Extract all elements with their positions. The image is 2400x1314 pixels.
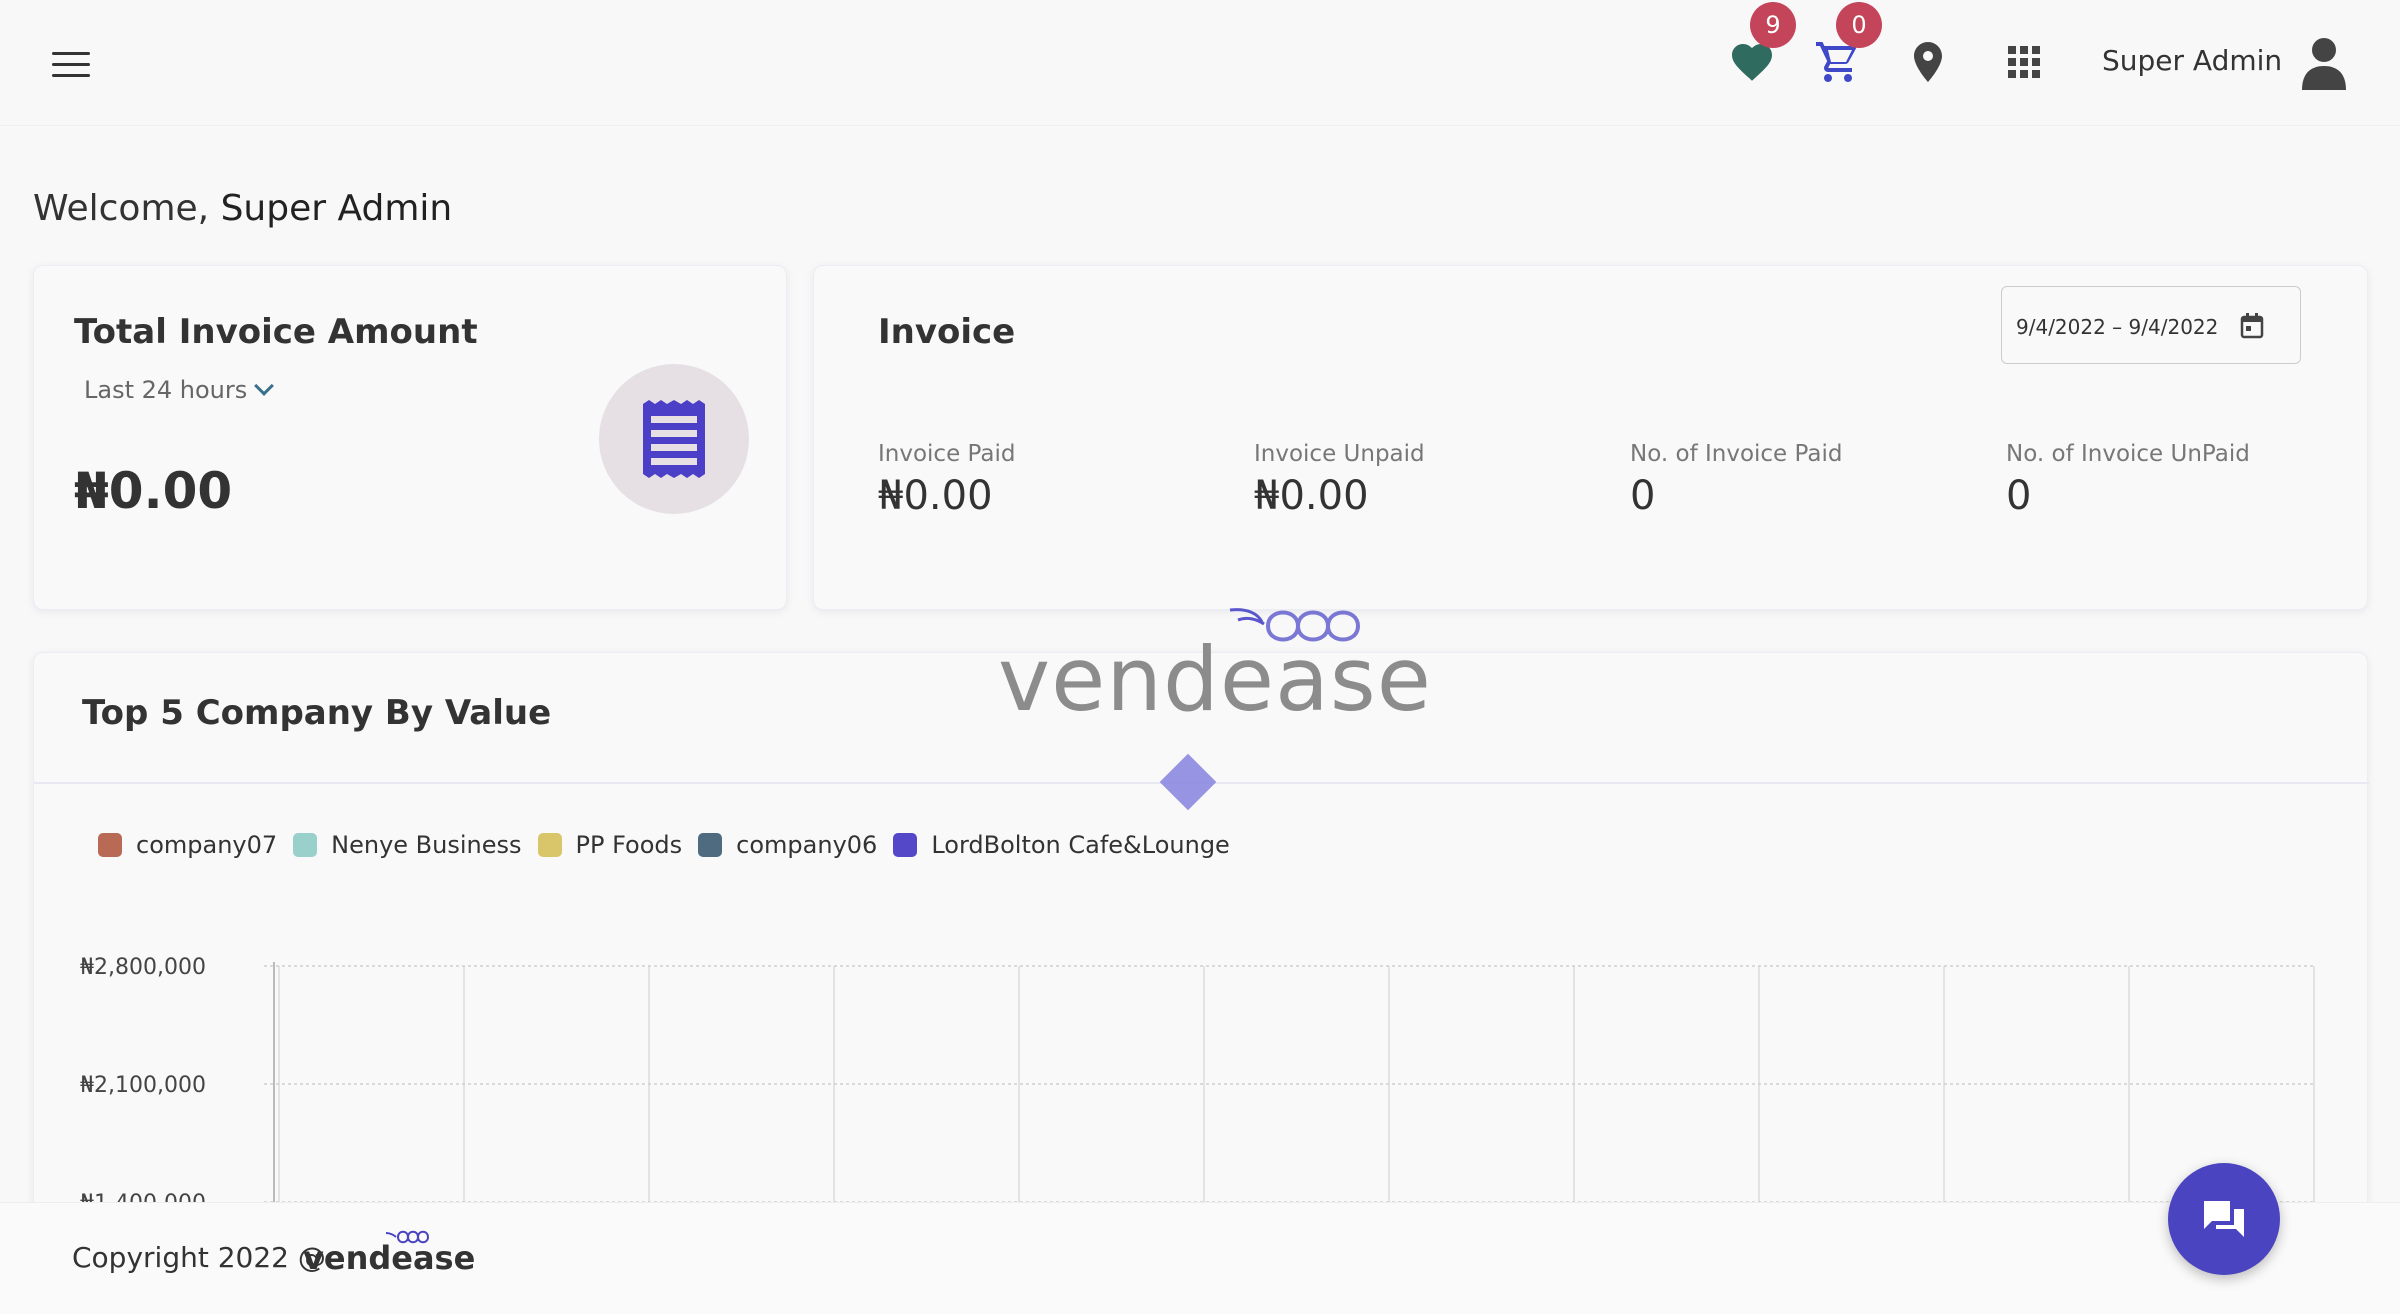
location-button[interactable] — [1904, 38, 1952, 86]
invoice-title: Invoice — [878, 312, 1016, 352]
menu-icon[interactable] — [52, 52, 90, 78]
welcome-user-name: Super Admin — [220, 188, 453, 229]
total-invoice-amount: ₦0.00 — [74, 462, 233, 520]
apps-button[interactable] — [2000, 38, 2048, 86]
cart-button[interactable]: 0 — [1814, 2, 1882, 86]
total-invoice-card: Total Invoice Amount Last 24 hours ₦0.00 — [33, 265, 787, 610]
location-icon — [1914, 42, 1942, 82]
stat-invoice-unpaid: Invoice Unpaid ₦0.00 — [1254, 441, 1425, 519]
period-dropdown[interactable]: Last 24 hours — [84, 376, 275, 404]
stat-invoice-paid: Invoice Paid ₦0.00 — [878, 441, 1016, 519]
total-invoice-title: Total Invoice Amount — [74, 312, 478, 352]
chat-button[interactable] — [2168, 1163, 2280, 1275]
date-range-value: 9/4/2022 – 9/4/2022 — [2016, 315, 2219, 339]
cart-count-badge: 0 — [1836, 2, 1882, 48]
date-range-picker[interactable]: 9/4/2022 – 9/4/2022 — [2001, 286, 2301, 364]
calendar-icon — [2240, 313, 2264, 339]
stat-no-invoice-paid: No. of Invoice Paid 0 — [1630, 441, 1843, 519]
chevron-down-icon — [254, 376, 275, 396]
receipt-icon — [599, 364, 749, 514]
stat-no-invoice-unpaid: No. of Invoice UnPaid 0 — [2006, 441, 2250, 519]
wishlist-count-badge: 9 — [1750, 2, 1796, 48]
welcome-message: Welcome, Super Admin — [33, 188, 453, 229]
chat-icon — [2204, 1201, 2244, 1237]
footer: Copyright 2022 @ vendease — [0, 1202, 2400, 1314]
user-name[interactable]: Super Admin — [2102, 44, 2282, 77]
top-header: 9 0 Super Admin — [0, 0, 2400, 126]
wishlist-button[interactable]: 9 — [1728, 2, 1796, 86]
y-tick-label: ₦2,100,000 — [80, 1073, 206, 1098]
y-tick-label: ₦2,800,000 — [80, 955, 206, 980]
invoice-card: Invoice 9/4/2022 – 9/4/2022 Invoice Paid… — [813, 265, 2368, 610]
copyright-text: Copyright 2022 @ — [72, 1241, 326, 1274]
apps-grid-icon — [2008, 46, 2040, 78]
footer-brand[interactable]: vendease — [303, 1239, 475, 1277]
user-icon[interactable] — [2300, 36, 2348, 90]
